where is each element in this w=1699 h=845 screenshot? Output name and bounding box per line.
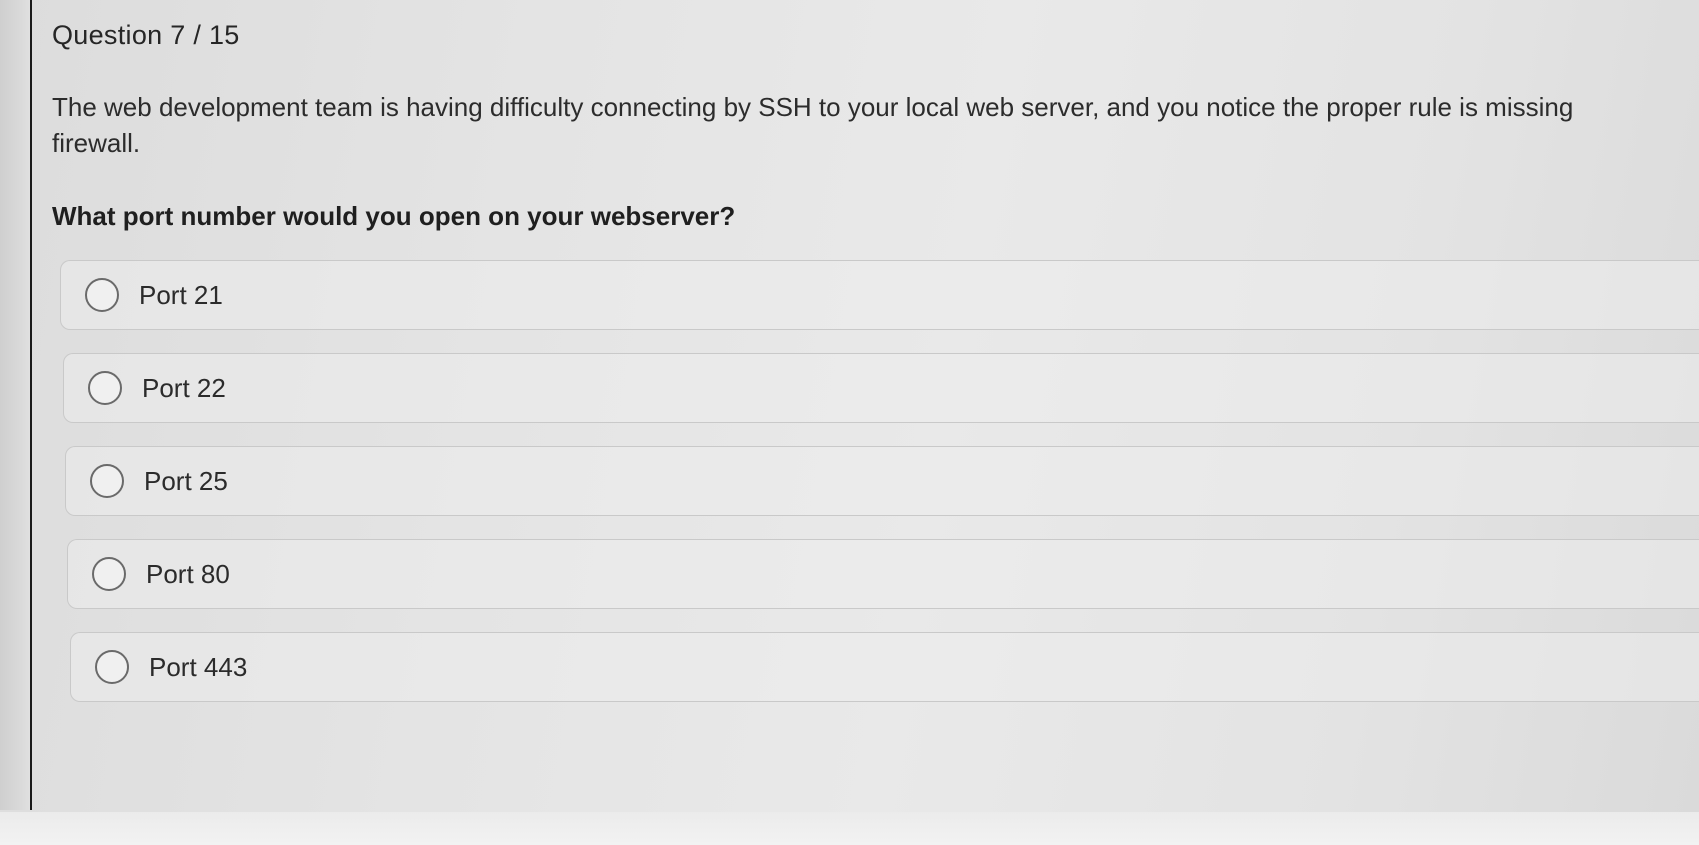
answer-option-port-21[interactable]: Port 21 <box>60 260 1699 330</box>
answer-option-label: Port 21 <box>139 279 223 310</box>
question-prompt: What port number would you open on your … <box>52 201 736 231</box>
quiz-content: Question 7 / 15 The web development team… <box>52 14 1699 725</box>
answer-option-label: Port 443 <box>149 651 248 682</box>
answer-option-port-443[interactable]: Port 443 <box>70 632 1699 702</box>
question-counter: Question 7 / 15 <box>52 20 240 50</box>
answer-option-port-25[interactable]: Port 25 <box>65 446 1699 516</box>
radio-button-icon[interactable] <box>90 464 124 498</box>
answer-option-port-80[interactable]: Port 80 <box>67 539 1699 609</box>
answer-options: Port 21 Port 22 Port 25 Port 80 Port 443 <box>52 260 1699 702</box>
screen-bottom-edge <box>0 812 1699 845</box>
answer-option-label: Port 25 <box>144 465 228 496</box>
radio-button-icon[interactable] <box>85 278 119 312</box>
question-text-line-1: The web development team is having diffi… <box>52 92 1574 122</box>
question-text-line-2: firewall. <box>52 128 141 158</box>
radio-button-icon[interactable] <box>92 557 126 591</box>
answer-option-label: Port 80 <box>146 558 230 589</box>
radio-button-icon[interactable] <box>88 371 122 405</box>
screen-left-edge <box>0 0 32 810</box>
answer-option-label: Port 22 <box>142 372 226 403</box>
radio-button-icon[interactable] <box>95 650 129 684</box>
answer-option-port-22[interactable]: Port 22 <box>63 353 1699 423</box>
question-body: The web development team is having diffi… <box>52 89 1699 161</box>
